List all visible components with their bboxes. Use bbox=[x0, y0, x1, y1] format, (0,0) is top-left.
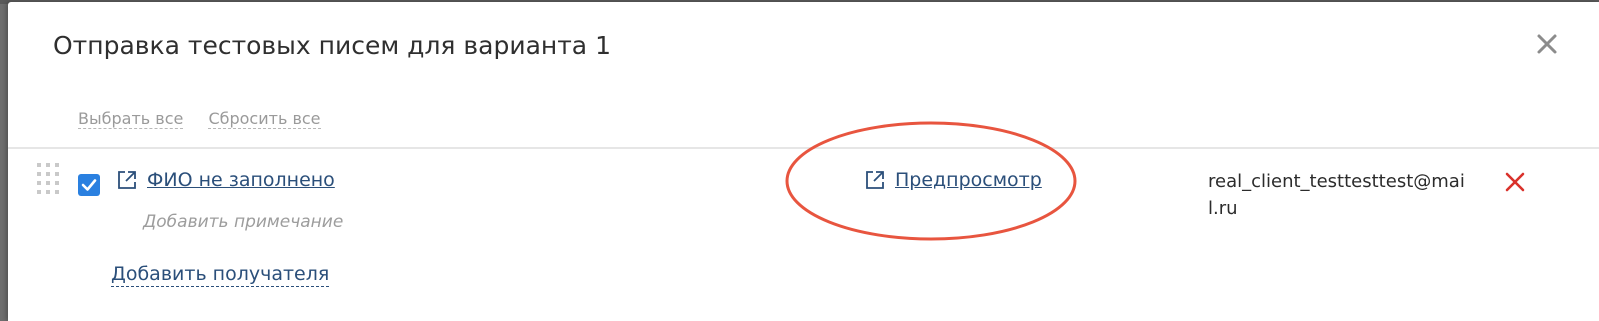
add-recipient-link[interactable]: Добавить получателя bbox=[111, 262, 330, 287]
add-note-link[interactable]: Добавить примечание bbox=[143, 212, 343, 232]
close-button[interactable] bbox=[1535, 32, 1559, 56]
remove-icon bbox=[1505, 172, 1525, 192]
checkmark-icon bbox=[81, 179, 97, 191]
selection-toolbar: Выбрать все Сбросить все bbox=[78, 109, 341, 129]
recipient-name-link[interactable]: ФИО не заполнено bbox=[147, 169, 335, 191]
drag-handle-icon[interactable] bbox=[36, 162, 62, 196]
dialog-title: Отправка тестовых писем для варианта 1 bbox=[53, 31, 611, 60]
recipient-email: real_client_testtesttest@mail.ru bbox=[1208, 171, 1465, 219]
close-icon bbox=[1537, 34, 1557, 54]
select-all-link[interactable]: Выбрать все bbox=[78, 109, 184, 129]
reset-all-link[interactable]: Сбросить все bbox=[208, 109, 321, 129]
test-email-dialog: Отправка тестовых писем для варианта 1 В… bbox=[8, 2, 1599, 321]
external-link-icon[interactable] bbox=[116, 169, 138, 191]
remove-recipient-button[interactable] bbox=[1504, 171, 1526, 193]
annotation-ellipse bbox=[785, 121, 1077, 241]
recipient-checkbox[interactable] bbox=[78, 174, 100, 196]
